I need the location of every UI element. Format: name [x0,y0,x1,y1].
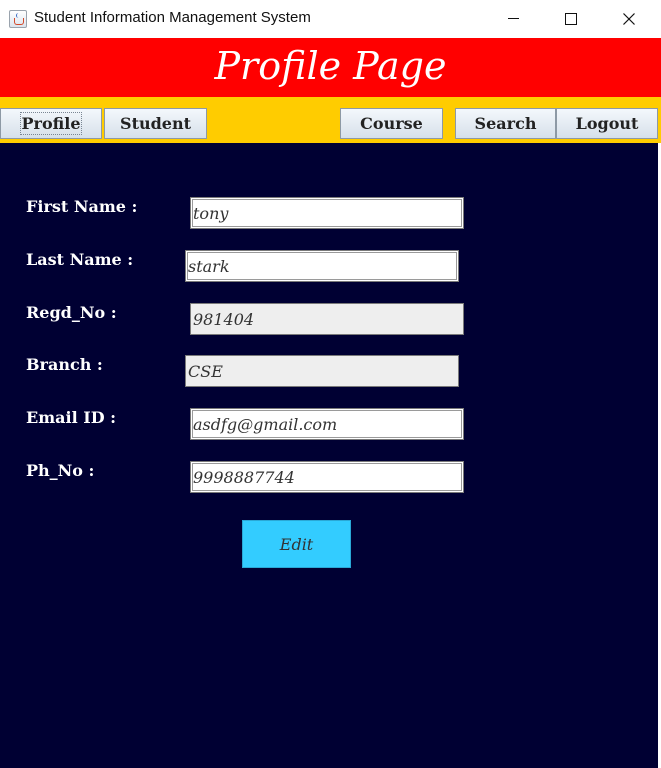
first-name-label: First Name : [26,197,138,216]
nav-course-button[interactable]: Course [340,108,443,139]
regd-no-label: Regd_No : [26,303,117,322]
page-title: Profile Page [214,44,447,88]
email-field[interactable]: asdfg@gmail.com [190,408,464,440]
app-window: Student Information Management System Pr… [0,0,661,768]
page-header: Profile Page [0,38,661,97]
minimize-button[interactable] [485,0,541,38]
profile-form [0,143,658,768]
phone-label: Ph_No : [26,461,95,480]
regd-no-field: 981404 [190,303,464,335]
maximize-icon [565,13,577,25]
window-title: Student Information Management System [34,9,311,26]
first-name-field[interactable]: tony [190,197,464,229]
nav-profile-button[interactable]: Profile [0,108,102,139]
minimize-icon [507,18,519,19]
close-button[interactable] [601,0,657,38]
nav-search-button[interactable]: Search [455,108,556,139]
email-label: Email ID : [26,408,117,427]
close-icon [623,13,635,25]
branch-field: CSE [185,355,459,387]
nav-profile-label: Profile [20,112,82,135]
last-name-label: Last Name : [26,250,134,269]
maximize-button[interactable] [543,0,599,38]
title-bar[interactable]: Student Information Management System [0,0,661,38]
branch-label: Branch : [26,355,103,374]
edit-button[interactable]: Edit [242,520,351,568]
nav-student-button[interactable]: Student [104,108,207,139]
java-icon [9,10,27,28]
nav-bar: Profile Student Course Search Logout [0,97,661,143]
last-name-field[interactable]: stark [185,250,459,282]
nav-logout-button[interactable]: Logout [556,108,658,139]
phone-field[interactable]: 9998887744 [190,461,464,493]
